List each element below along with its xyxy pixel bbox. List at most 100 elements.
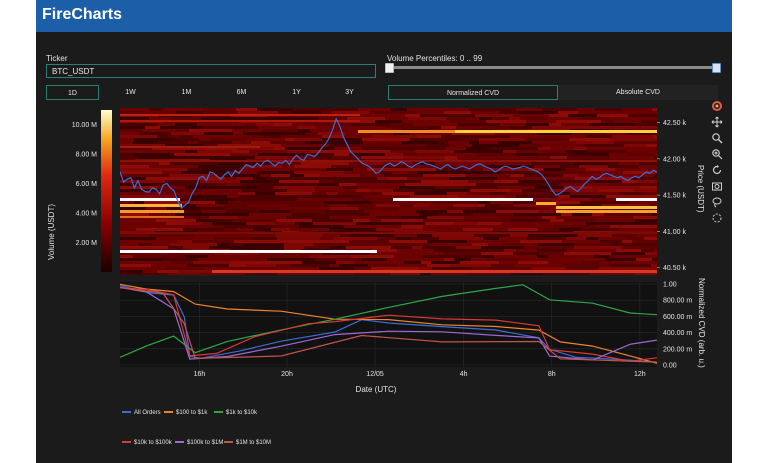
heatmap-cell [483,255,494,258]
heatmap-cell [643,201,657,204]
heatmap-cell [198,141,232,144]
heatmap-cell [632,240,657,243]
heatmap-cell [632,222,657,225]
heatmap-cell [493,228,508,231]
heatmap-cell [274,186,314,189]
heatmap-cell [256,123,273,126]
heatmap-cell [444,252,481,255]
heatmap-cell [456,246,481,249]
heatmap-cell [560,264,609,267]
heatmap-cell [615,168,647,171]
heatmap-cell [654,210,657,213]
heatmap-cell [628,237,644,240]
heatmap-cell [297,129,310,132]
heatmap-cell [414,192,447,195]
heatmap-cell [594,108,621,111]
heatmap-cell [133,255,170,258]
legend-item[interactable]: $100 to $1k [164,410,207,416]
heatmap-cell [273,225,299,228]
heatmap-cell [159,162,170,165]
heatmap-cell [410,195,459,198]
heatmap-cell [387,258,398,261]
heatmap-cell [574,147,587,150]
heatmap-cell [235,246,284,249]
heatmap-cell [326,192,338,195]
heatmap-cell [638,165,657,168]
heatmap-cell [363,141,402,144]
heatmap-cell [294,135,308,138]
price-tick-label: 40.50 k [663,265,686,272]
heatmap-cell [314,123,347,126]
heatmap-cell [431,273,469,275]
colorbar-tick-label: 8.00 M [76,152,98,159]
legend-item[interactable]: All Orders [122,410,161,416]
heatmap-cell [233,132,243,135]
heatmap-cell [441,135,469,138]
heatmap-cell [288,156,315,159]
heatmap-cell [120,174,169,177]
heatmap-band [120,120,360,122]
heatmap-cell [532,126,578,129]
heatmap-cell [146,177,179,180]
heatmap-cell [201,222,212,225]
heatmap-cell [468,180,494,183]
heatmap-cell [584,114,597,117]
heatmap-cell [194,234,241,237]
heatmap-cell [626,150,657,153]
legend-item[interactable]: $1M to $10M [224,440,271,446]
heatmap-cell [293,111,321,114]
heatmap-cell [494,255,521,258]
heatmap-cell [445,147,466,150]
heatmap-cell [532,141,552,144]
heatmap-cell [578,126,619,129]
heatmap-cell [476,183,524,186]
heatmap-cell [338,192,382,195]
heatmap-cell [252,237,277,240]
legend-item[interactable]: $1k to $10k [214,410,257,416]
heatmap-cell [280,207,329,210]
heatmap-cell [585,171,623,174]
heatmap-cell [623,117,657,120]
heatmap-cell [392,171,408,174]
heatmap-cell [318,117,347,120]
price-tick-label: 41.00 k [663,229,686,236]
colorbar-tick-label: 4.00 M [76,211,98,218]
heatmap-cell [550,267,565,270]
heatmap-cell [356,189,369,192]
heatmap-cell [232,141,251,144]
heatmap-cell [548,261,582,264]
heatmap-cell [189,198,235,201]
legend-label: $100k to $1M [187,440,224,446]
heatmap-cell [170,243,217,246]
heatmap-cell [622,111,657,114]
heatmap-cell [258,138,285,141]
heatmap-cell [344,135,372,138]
heatmap-cell [586,237,598,240]
heatmap-cell [226,210,259,213]
heatmap-cell [449,264,491,267]
heatmap-cell [472,243,488,246]
heatmap-cell [329,216,376,219]
heatmap-cell [538,243,574,246]
colorbar-tick-label: 10.00 M [72,122,97,129]
heatmap-cell [190,108,203,111]
heatmap-cell [618,228,653,231]
heatmap-cell [120,111,144,114]
heatmap-cell [308,240,349,243]
legend-item[interactable]: $100k to $1M [175,440,223,446]
heatmap-cell [575,177,585,180]
heatmap-cell [222,135,253,138]
heatmap-cell [454,150,503,153]
heatmap-cell [363,243,410,246]
heatmap-cell [500,204,514,207]
heatmap-cell [332,111,369,114]
heatmap-cell [384,174,423,177]
heatmap-cell [354,273,391,275]
heatmap-cell [635,273,657,275]
heatmap-cell [594,255,610,258]
heatmap-cell [371,201,397,204]
cvd-x-tick-label: 16h [194,371,206,378]
heatmap-cell [652,258,657,261]
heatmap-cell [289,267,319,270]
legend-item[interactable]: $10k to $100k [122,440,172,446]
